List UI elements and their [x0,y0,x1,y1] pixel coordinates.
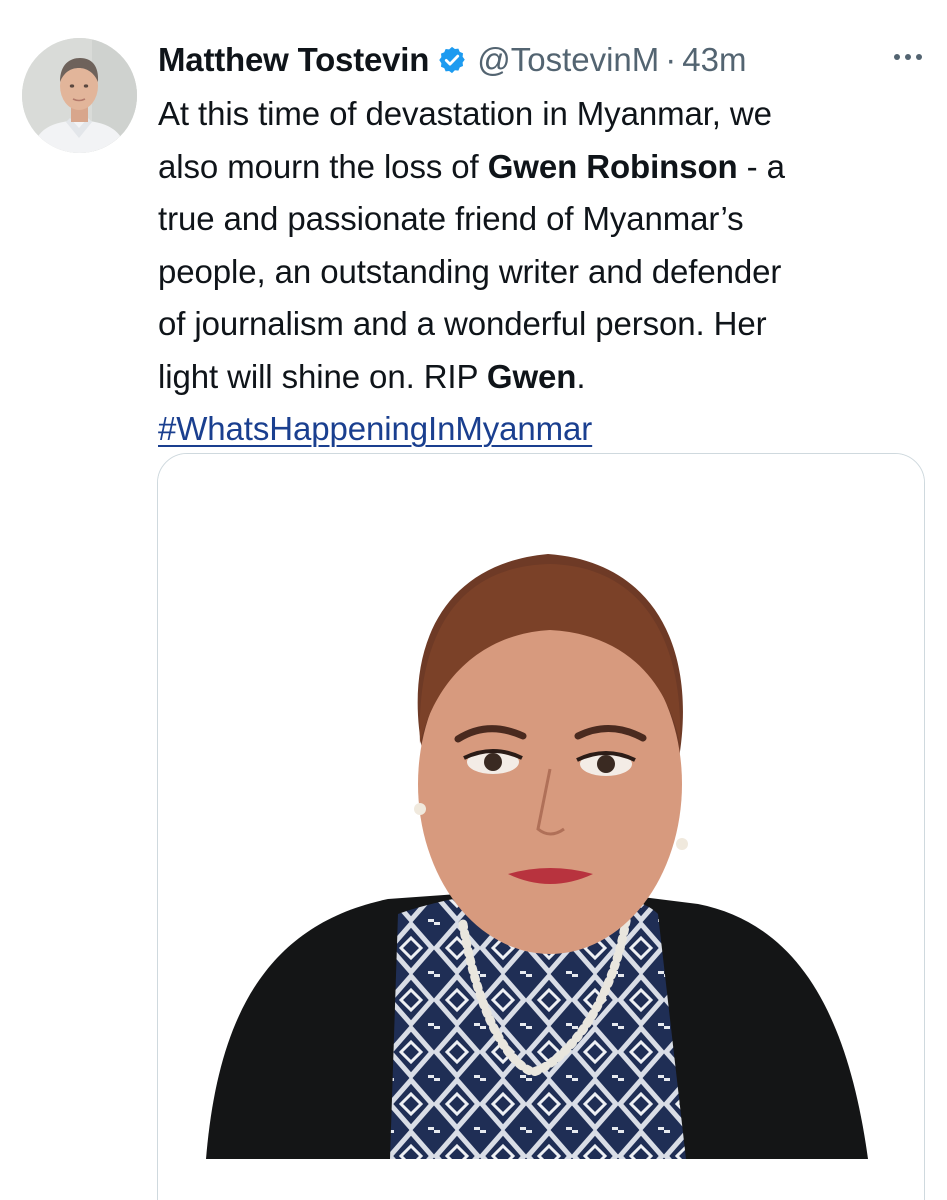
tweet-line: also mourn the loss of Gwen Robinson - a [158,147,785,185]
tweet-body: At this time of devastation in Myanmar, … [158,88,933,456]
author-handle[interactable]: @TostevinM [477,41,659,79]
tweet-line: light will shine on. RIP Gwen. [158,357,586,395]
tweet-timestamp[interactable]: 43m [682,41,746,79]
header-separator: · [665,41,677,78]
portrait-photo [158,454,924,1200]
more-options-icon[interactable] [888,42,928,72]
first-name-bold: Gwen [486,357,577,395]
media-card[interactable] [157,453,925,1200]
tweet-line: At this time of devastation in Myanmar, … [158,95,772,132]
author-avatar[interactable] [22,38,137,153]
hashtag-link[interactable]: #WhatsHappeningInMyanmar [158,410,592,447]
tweet-line: true and passionate friend of Myanmar’s [158,200,744,237]
tweet-line: of journalism and a wonderful person. He… [158,305,767,342]
tweet-header: Matthew Tostevin @TostevinM · 43m [158,36,928,84]
avatar-photo [22,38,137,153]
tweet-line: #WhatsHappeningInMyanmar [158,403,933,456]
mention-name-bold: Gwen Robinson [487,147,738,185]
author-name[interactable]: Matthew Tostevin [158,41,429,79]
verified-badge-icon [437,45,467,75]
tweet-line: people, an outstanding writer and defend… [158,252,782,290]
